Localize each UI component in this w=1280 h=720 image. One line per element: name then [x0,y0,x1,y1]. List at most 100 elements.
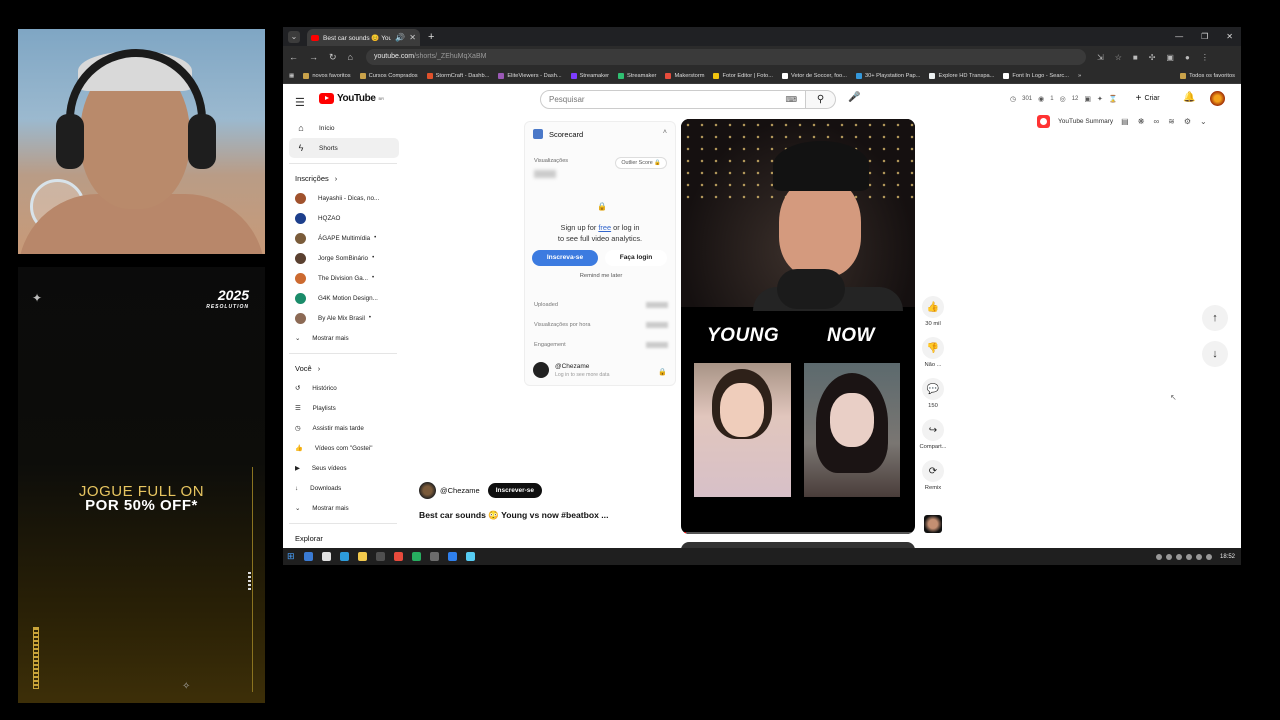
windows-start-icon[interactable]: ⊞ [287,551,295,562]
bookmark-item[interactable]: Streamaker [570,72,609,79]
sidebar-item-playlists[interactable]: ☰ Playlists [289,398,399,418]
keyboard-icon[interactable]: ⌨ [785,91,797,108]
scorecard-signup-button[interactable]: Inscreva-se [532,250,598,266]
signup-free-link[interactable]: free [598,223,611,232]
scorecard-channel[interactable]: @Chezame Log in to see more data [533,362,610,378]
summary-logo-icon[interactable] [1037,115,1050,128]
back-icon[interactable]: ← [289,52,298,62]
taskbar-app-icon[interactable] [357,552,367,561]
tray-icon[interactable] [1185,553,1192,560]
previous-short-button[interactable]: ↑ [1202,305,1228,331]
waveform-icon[interactable]: ≋ [1168,117,1175,126]
close-window-icon[interactable]: ✕ [1226,32,1233,41]
bell-icon[interactable]: 🔔 [1183,92,1195,103]
sidebar-item-shorts[interactable]: ϟ Shorts [289,138,399,158]
you-header[interactable]: Você › [289,358,399,378]
bookmark-item[interactable]: Fotor Editor | Foto... [713,72,773,79]
apps-icon[interactable]: ▦ [289,73,294,79]
sidebar-item-subscription[interactable]: Hayashii - Dicas, no... [289,188,399,208]
subscriptions-header[interactable]: Inscrições › [289,168,399,188]
tab-close-icon[interactable]: ✕ [409,33,416,42]
sidebar-item-home[interactable]: ⌂ Início [289,118,399,138]
bookmark-item[interactable]: EliteViewers - Dash... [498,72,562,79]
bookmark-item[interactable]: 30+ Playstation Pap... [855,72,920,79]
taskbar-app-icon[interactable] [339,552,349,561]
tray-icon[interactable] [1165,553,1172,560]
sidebar-item-subscription[interactable]: By Ale Mix Brasil • [289,308,399,328]
bookmarks-overflow-icon[interactable]: » [1078,73,1081,79]
sidebar-item-subscription[interactable]: G4K Motion Design... [289,288,399,308]
sidebar-item-subscription[interactable]: HQZAO [289,208,399,228]
tray-icon[interactable] [1175,553,1182,560]
tray-icon[interactable] [1205,553,1212,560]
like-icon[interactable]: 👍 [922,296,944,318]
taskbar-app-icon[interactable] [447,552,457,561]
briefcase-icon[interactable]: ▤ [1121,117,1129,126]
bookmark-item[interactable]: Vetor de Soccer, foo... [781,72,847,79]
search-button[interactable]: ⚲ [806,90,836,109]
sidebar-item-liked[interactable]: 👍 Vídeos com "Gostei" [289,438,399,458]
show-more-you[interactable]: ⌄ Mostrar mais [289,498,399,518]
tray-icon[interactable] [1155,553,1162,560]
bookmark-item[interactable]: Font In Logo - Searc... [1003,72,1069,79]
taskbar-app-icon[interactable] [465,552,475,561]
forward-icon[interactable]: → [309,52,318,62]
subscribe-button[interactable]: Inscrever-se [487,483,543,498]
extension-icon[interactable]: ■ [1133,53,1138,62]
taskbar-app-icon[interactable] [429,552,439,561]
bookmark-item[interactable]: Explore HD Transpa... [929,72,994,79]
remind-later-link[interactable]: Remind me later [525,273,677,279]
tray-icon[interactable] [1195,553,1202,560]
youtube-logo[interactable]: YouTube BR [319,93,384,104]
extension-badge-icon[interactable]: ▣ [1084,95,1091,103]
minimize-icon[interactable]: — [1175,32,1183,41]
sparkle-tool-icon[interactable]: ✦ [1097,95,1103,103]
taskbar-app-icon[interactable] [411,552,421,561]
taskbar-app-icon[interactable] [375,552,385,561]
sidebar-item-subscription[interactable]: Jorge SomBinário • [289,248,399,268]
chevron-up-icon[interactable]: ˄ [663,129,667,136]
tab-active[interactable]: Best car sounds 😊 Young 🔊 ✕ [307,29,420,46]
menu-icon[interactable]: ⋮ [1201,53,1209,62]
install-icon[interactable]: ⇲ [1097,53,1104,62]
sidebar-item-subscription[interactable]: The Division Ga... • [289,268,399,288]
share-icon[interactable]: ↪ [922,419,944,441]
sidebar-icon[interactable]: ▣ [1166,53,1174,62]
taskbar-app-icon[interactable] [303,552,313,561]
create-button[interactable]: + Criar [1136,93,1160,104]
sidebar-item-history[interactable]: ↺ Histórico [289,378,399,398]
speaker-icon[interactable]: 🔊 [395,33,405,42]
bookmark-item[interactable]: Streamaker [618,72,656,79]
sidebar-item-subscription[interactable]: ÁGAPE Multimídia • [289,228,399,248]
menu-burger-icon[interactable]: ☰ [295,96,305,109]
puzzle-icon[interactable]: ✣ [1149,53,1156,62]
avatar[interactable] [1210,91,1225,106]
search-input[interactable]: Pesquisar ⌨ [540,90,806,109]
sidebar-item-downloads[interactable]: ↓ Downloads [289,478,399,498]
profile-icon[interactable]: ● [1185,53,1190,62]
ai-icon[interactable]: ❋ [1138,117,1145,126]
url-field[interactable]: youtube.com/shorts/_ZEhuMqXaBM [365,49,1086,65]
outlier-score-button[interactable]: Outlier Score 🔒 [615,157,667,169]
glasses-icon[interactable]: ∞ [1153,117,1159,126]
next-short-button[interactable]: ↓ [1202,341,1228,367]
bookmark-star-icon[interactable]: ☆ [1115,53,1122,62]
sidebar-item-watch-later[interactable]: ◷ Assistir mais tarde [289,418,399,438]
bookmark-item[interactable]: novos favoritos [303,72,351,79]
mic-icon[interactable]: 🎤 [848,92,860,103]
bookmark-item[interactable]: Makerstorm [665,72,704,79]
taskbar-app-icon[interactable] [393,552,403,561]
bookmark-item[interactable]: Cursos Comprados [359,72,418,79]
sidebar-item-your-videos[interactable]: ▶ Seus vídeos [289,458,399,478]
bookmark-item[interactable]: StormCraft - Dashb... [426,72,489,79]
remix-icon[interactable]: ⟳ [922,460,944,482]
dislike-icon[interactable]: 👎 [922,337,944,359]
home-icon[interactable]: ⌂ [348,52,353,62]
all-bookmarks[interactable]: Todos os favoritos [1180,72,1241,79]
hourglass-icon[interactable]: ⌛ [1109,95,1118,103]
channel-name[interactable]: @Chezame [440,486,480,495]
show-more-subs[interactable]: ⌄ Mostrar mais [289,328,399,348]
clock[interactable]: 18:52 [1220,554,1235,560]
shorts-video-player[interactable]: YOUNG NOW [681,119,915,534]
scorecard-login-button[interactable]: Faça login [605,250,667,266]
